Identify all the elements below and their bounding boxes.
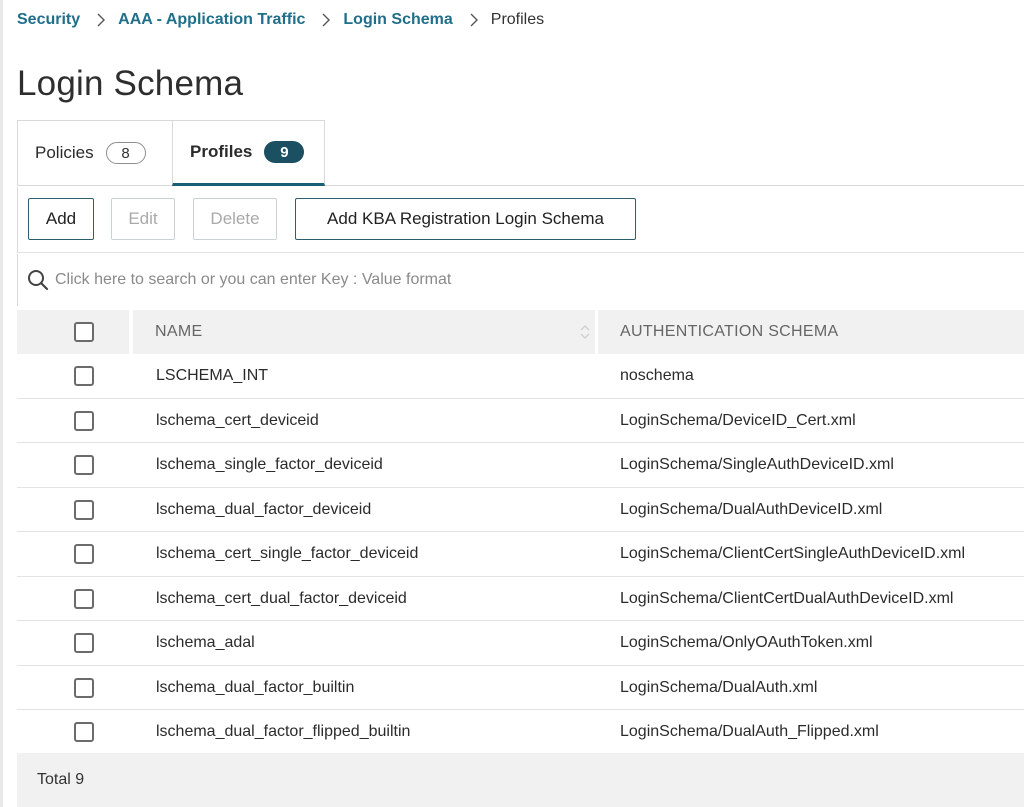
cell-schema: LoginSchema/OnlyOAuthToken.xml xyxy=(620,634,873,651)
sort-icon xyxy=(580,325,590,339)
chevron-right-icon xyxy=(96,13,106,27)
table-row[interactable]: lschema_single_factor_deviceid LoginSche… xyxy=(17,443,1024,488)
column-header-name-label: NAME xyxy=(155,323,203,340)
left-frame-border xyxy=(0,0,3,807)
table-row[interactable]: lschema_dual_factor_builtin LoginSchema/… xyxy=(17,666,1024,710)
delete-button[interactable]: Delete xyxy=(193,198,277,240)
add-kba-registration-login-schema-button[interactable]: Add KBA Registration Login Schema xyxy=(295,198,636,240)
cell-schema: LoginSchema/DualAuth_Flipped.xml xyxy=(620,723,879,740)
table-row[interactable]: lschema_cert_deviceid LoginSchema/Device… xyxy=(17,399,1024,443)
cell-schema: LoginSchema/DeviceID_Cert.xml xyxy=(620,411,856,429)
header-select-cell xyxy=(17,310,129,354)
tab-profiles-label: Profiles xyxy=(190,142,253,161)
search-input[interactable] xyxy=(55,271,955,289)
row-checkbox[interactable] xyxy=(74,677,94,698)
tab-policies[interactable]: Policies 8 xyxy=(17,120,172,186)
table-row[interactable]: lschema_adal LoginSchema/OnlyOAuthToken.… xyxy=(17,621,1024,666)
search-icon xyxy=(27,269,49,291)
policies-count-badge: 8 xyxy=(105,142,146,164)
breadcrumb-security[interactable]: Security xyxy=(17,11,80,29)
cell-schema: LoginSchema/ClientCertSingleAuthDeviceID… xyxy=(620,545,966,562)
cell-name: lschema_cert_single_factor_deviceid xyxy=(156,545,419,562)
cell-schema: noschema xyxy=(620,367,694,384)
cell-schema: LoginSchema/ClientCertDualAuthDeviceID.x… xyxy=(620,589,954,607)
row-checkbox[interactable] xyxy=(74,588,94,609)
chevron-right-icon xyxy=(469,13,479,27)
cell-name: lschema_dual_factor_flipped_builtin xyxy=(156,723,411,740)
profiles-count-badge: 9 xyxy=(264,141,305,163)
edit-button[interactable]: Edit xyxy=(111,198,175,240)
row-checkbox[interactable] xyxy=(74,722,94,742)
table-row[interactable]: LSCHEMA_INT noschema xyxy=(17,354,1024,399)
profiles-table: NAME AUTHENTICATION SCHEMA LSCHEMA_INT n… xyxy=(17,310,1024,755)
select-all-checkbox[interactable] xyxy=(74,322,94,342)
column-header-authentication-schema[interactable]: AUTHENTICATION SCHEMA xyxy=(598,310,1024,354)
table-row[interactable]: lschema_dual_factor_flipped_builtin Logi… xyxy=(17,710,1024,755)
breadcrumb: Security AAA - Application Traffic Login… xyxy=(17,9,544,31)
table-header: NAME AUTHENTICATION SCHEMA xyxy=(17,310,1024,354)
breadcrumb-current: Profiles xyxy=(490,11,545,28)
cell-name: lschema_dual_factor_deviceid xyxy=(156,500,372,518)
page-title: Login Schema xyxy=(17,64,244,103)
table-row[interactable]: lschema_cert_dual_factor_deviceid LoginS… xyxy=(17,577,1024,621)
toolbar: Add Edit Delete Add KBA Registration Log… xyxy=(17,187,1024,253)
row-checkbox[interactable] xyxy=(74,455,94,475)
table-row[interactable]: lschema_dual_factor_deviceid LoginSchema… xyxy=(17,488,1024,532)
cell-name: lschema_cert_dual_factor_deviceid xyxy=(156,589,407,607)
breadcrumb-aaa-application-traffic[interactable]: AAA - Application Traffic xyxy=(118,11,305,29)
row-checkbox[interactable] xyxy=(74,544,94,564)
cell-name: lschema_cert_deviceid xyxy=(156,411,319,429)
search-bar xyxy=(17,254,1024,306)
row-checkbox[interactable] xyxy=(74,633,94,653)
cell-name: lschema_adal xyxy=(156,634,255,651)
column-header-schema-label: AUTHENTICATION SCHEMA xyxy=(620,323,839,340)
row-checkbox[interactable] xyxy=(74,366,94,386)
row-checkbox[interactable] xyxy=(74,499,94,520)
table-footer-total: Total 9 xyxy=(17,753,1024,807)
cell-name: lschema_dual_factor_builtin xyxy=(156,678,355,696)
cell-name: LSCHEMA_INT xyxy=(156,367,269,384)
add-button[interactable]: Add xyxy=(28,198,94,240)
tab-bar: Policies 8 Profiles 9 xyxy=(17,120,1024,186)
cell-schema: LoginSchema/DualAuthDeviceID.xml xyxy=(620,500,883,518)
column-header-name[interactable]: NAME xyxy=(133,310,595,354)
row-checkbox[interactable] xyxy=(74,410,94,431)
cell-schema: LoginSchema/DualAuth.xml xyxy=(620,678,818,696)
cell-schema: LoginSchema/SingleAuthDeviceID.xml xyxy=(620,456,894,473)
tab-policies-label: Policies xyxy=(35,143,94,162)
tab-profiles[interactable]: Profiles 9 xyxy=(172,120,325,186)
table-row[interactable]: lschema_cert_single_factor_deviceid Logi… xyxy=(17,532,1024,577)
breadcrumb-login-schema[interactable]: Login Schema xyxy=(343,11,452,29)
chevron-right-icon xyxy=(321,13,331,27)
cell-name: lschema_single_factor_deviceid xyxy=(156,456,383,473)
